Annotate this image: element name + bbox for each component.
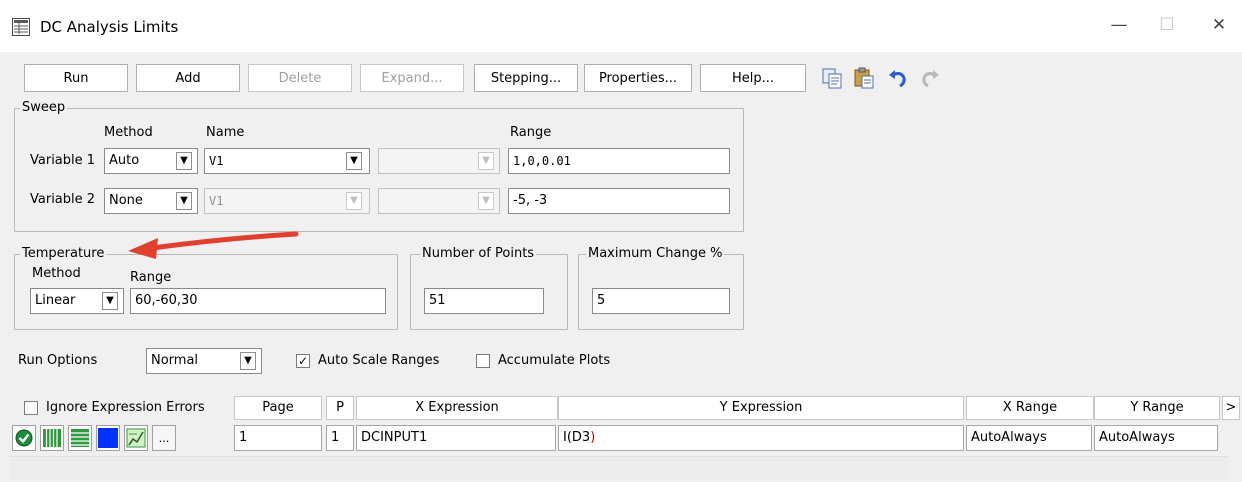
temperature-method-value: Linear <box>35 293 76 308</box>
variable-1-method-value: Auto <box>109 153 140 168</box>
horizontal-scrollbar[interactable] <box>10 456 1228 480</box>
run-options-label: Run Options <box>18 353 98 368</box>
temperature-legend: Temperature <box>20 246 107 261</box>
more-options-button[interactable]: ... <box>152 425 176 451</box>
run-options-value: Normal <box>151 353 199 368</box>
properties-button[interactable]: Properties... <box>584 64 692 92</box>
x-range-header[interactable]: X Range <box>966 396 1094 420</box>
ignore-errors-checkbox[interactable] <box>24 401 38 415</box>
page-column-header[interactable]: Page <box>234 396 322 420</box>
maximum-change-value: 5 <box>597 293 606 308</box>
plot-color-swatch[interactable] <box>96 425 120 451</box>
temperature-range-value: 60,-60,30 <box>135 293 198 308</box>
plot-scale-icon[interactable] <box>124 425 148 451</box>
chevron-down-icon[interactable]: ▼ <box>346 152 362 170</box>
variable-2-method-value: None <box>109 193 143 208</box>
ignore-errors-label: Ignore Expression Errors <box>46 400 205 415</box>
p-column-header[interactable]: P <box>326 396 354 420</box>
chevron-down-icon[interactable]: ▼ <box>478 152 494 170</box>
variable-2-label: Variable 2 <box>30 192 96 207</box>
chevron-down-icon[interactable]: ▼ <box>176 192 192 210</box>
delete-button[interactable]: Delete <box>248 64 352 92</box>
sweep-method-header: Method <box>104 125 153 140</box>
variable-1-range-input[interactable]: 1,0,0.01 <box>508 148 730 174</box>
auto-scale-label: Auto Scale Ranges <box>318 353 440 368</box>
variable-2-name-value: V1 <box>209 194 224 208</box>
accumulate-plots-label: Accumulate Plots <box>498 353 611 368</box>
chevron-down-icon[interactable]: ▼ <box>176 152 192 170</box>
expand-button[interactable]: Expand... <box>360 64 464 92</box>
y-expression-cell[interactable]: I(D3) <box>558 425 964 451</box>
chevron-down-icon[interactable]: ▼ <box>102 292 118 310</box>
paste-icon[interactable] <box>852 66 876 90</box>
help-button[interactable]: Help... <box>700 64 806 92</box>
app-window-icon <box>12 18 30 36</box>
x-range-cell[interactable]: AutoAlways <box>966 425 1092 451</box>
variable-1-range-value: 1,0,0.01 <box>513 154 571 168</box>
y-expression-header[interactable]: Y Expression <box>558 396 964 420</box>
temperature-method-header: Method <box>32 266 81 281</box>
add-button[interactable]: Add <box>136 64 240 92</box>
stepping-button[interactable]: Stepping... <box>474 64 578 92</box>
temperature-range-input[interactable]: 60,-60,30 <box>130 288 386 314</box>
sweep-name-header: Name <box>206 125 245 140</box>
x-expression-cell[interactable]: DCINPUT1 <box>356 425 556 451</box>
horizontal-grid-icon[interactable] <box>68 425 92 451</box>
minimize-button[interactable]: — <box>1104 10 1134 40</box>
number-of-points-value: 51 <box>429 293 446 308</box>
y-expression-paren: ) <box>590 430 596 445</box>
redo-icon[interactable] <box>918 66 942 90</box>
chevron-down-icon[interactable]: ▼ <box>240 352 256 370</box>
maximum-change-input[interactable]: 5 <box>592 288 730 314</box>
check-circle-icon[interactable] <box>12 425 36 451</box>
y-expression-text: I(D3 <box>563 430 591 445</box>
number-of-points-legend: Number of Points <box>420 246 537 261</box>
chevron-down-icon[interactable]: ▼ <box>346 192 362 210</box>
variable-2-range-value: -5, -3 <box>513 193 548 208</box>
auto-scale-checkbox[interactable]: ✓ <box>296 354 310 368</box>
title-bar <box>0 0 1242 52</box>
chevron-down-icon[interactable]: ▼ <box>478 192 494 210</box>
maximize-button[interactable]: ☐ <box>1152 10 1182 40</box>
undo-icon[interactable] <box>886 66 910 90</box>
accumulate-plots-checkbox[interactable] <box>476 354 490 368</box>
variable-1-name-value: V1 <box>209 154 224 168</box>
x-expression-header[interactable]: X Expression <box>356 396 558 420</box>
variable-2-range-input[interactable]: -5, -3 <box>508 188 730 214</box>
page-cell[interactable]: 1 <box>234 425 322 451</box>
vertical-grid-icon[interactable] <box>40 425 64 451</box>
maximum-change-legend: Maximum Change % <box>586 246 725 261</box>
variable-1-label: Variable 1 <box>30 153 96 168</box>
number-of-points-input[interactable]: 51 <box>424 288 544 314</box>
temperature-range-header: Range <box>130 270 172 285</box>
copy-icon[interactable] <box>820 66 844 90</box>
window-title: DC Analysis Limits <box>40 18 179 36</box>
run-button[interactable]: Run <box>24 64 128 92</box>
p-cell[interactable]: 1 <box>326 425 354 451</box>
more-columns-button[interactable]: > <box>1222 396 1240 420</box>
annotation-arrow <box>108 226 308 262</box>
sweep-legend: Sweep <box>20 100 68 115</box>
sweep-range-header: Range <box>510 125 552 140</box>
y-range-header[interactable]: Y Range <box>1094 396 1220 420</box>
close-button[interactable]: ✕ <box>1204 10 1234 40</box>
y-range-cell[interactable]: AutoAlways <box>1094 425 1218 451</box>
